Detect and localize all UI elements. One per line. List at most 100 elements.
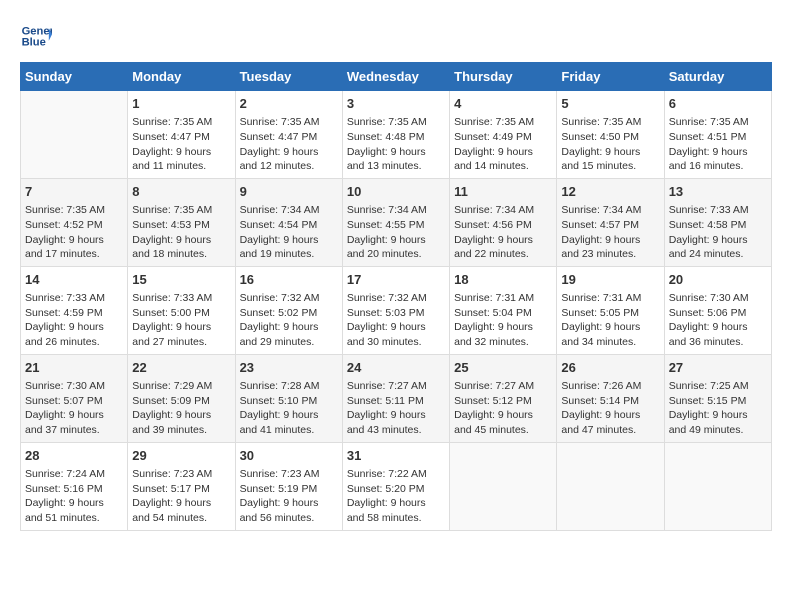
day-info: Sunrise: 7:35 AM Sunset: 4:53 PM Dayligh…	[132, 203, 230, 262]
day-cell: 5Sunrise: 7:35 AM Sunset: 4:50 PM Daylig…	[557, 91, 664, 179]
day-cell: 13Sunrise: 7:33 AM Sunset: 4:58 PM Dayli…	[664, 178, 771, 266]
week-row-3: 14 Sunrise: 7:33 AM Sunset: 4:59 PM Dayli…	[21, 266, 772, 354]
day-cell: 12 Sunrise: 7:34 AM Sunset: 4:57 PM Dayli…	[557, 178, 664, 266]
day-cell: 31 Sunrise: 7:22 AM Sunset: 5:20 PM Dayli…	[342, 442, 449, 530]
day-info: Sunrise: 7:33 AM Sunset: 4:58 PM Dayligh…	[669, 203, 767, 262]
day-cell: 30 Sunrise: 7:23 AM Sunset: 5:19 PM Dayli…	[235, 442, 342, 530]
col-header-friday: Friday	[557, 63, 664, 91]
day-info: Sunrise: 7:35 AM Sunset: 4:50 PM Dayligh…	[561, 115, 659, 174]
day-cell: 8 Sunrise: 7:35 AM Sunset: 4:53 PM Daylig…	[128, 178, 235, 266]
day-info: Sunrise: 7:33 AM Sunset: 4:59 PM Dayligh…	[25, 291, 123, 350]
day-number: 11	[454, 183, 552, 201]
day-number: 10	[347, 183, 445, 201]
day-cell: 14 Sunrise: 7:33 AM Sunset: 4:59 PM Dayli…	[21, 266, 128, 354]
week-row-5: 28Sunrise: 7:24 AM Sunset: 5:16 PM Dayli…	[21, 442, 772, 530]
day-number: 14	[25, 271, 123, 289]
day-number: 12	[561, 183, 659, 201]
day-cell: 24Sunrise: 7:27 AM Sunset: 5:11 PM Dayli…	[342, 354, 449, 442]
day-cell: 27Sunrise: 7:25 AM Sunset: 5:15 PM Dayli…	[664, 354, 771, 442]
day-cell	[450, 442, 557, 530]
col-header-monday: Monday	[128, 63, 235, 91]
col-header-wednesday: Wednesday	[342, 63, 449, 91]
day-number: 31	[347, 447, 445, 465]
day-cell	[21, 91, 128, 179]
day-number: 19	[561, 271, 659, 289]
day-cell	[557, 442, 664, 530]
svg-text:General: General	[22, 25, 52, 37]
day-info: Sunrise: 7:31 AM Sunset: 5:04 PM Dayligh…	[454, 291, 552, 350]
day-number: 22	[132, 359, 230, 377]
day-info: Sunrise: 7:31 AM Sunset: 5:05 PM Dayligh…	[561, 291, 659, 350]
day-cell: 9 Sunrise: 7:34 AM Sunset: 4:54 PM Daylig…	[235, 178, 342, 266]
day-number: 28	[25, 447, 123, 465]
svg-text:Blue: Blue	[22, 37, 46, 49]
day-cell: 21Sunrise: 7:30 AM Sunset: 5:07 PM Dayli…	[21, 354, 128, 442]
day-cell: 20 Sunrise: 7:30 AM Sunset: 5:06 PM Dayli…	[664, 266, 771, 354]
day-cell: 3Sunrise: 7:35 AM Sunset: 4:48 PM Daylig…	[342, 91, 449, 179]
header-row: SundayMondayTuesdayWednesdayThursdayFrid…	[21, 63, 772, 91]
day-info: Sunrise: 7:27 AM Sunset: 5:11 PM Dayligh…	[347, 379, 445, 438]
day-number: 15	[132, 271, 230, 289]
day-number: 20	[669, 271, 767, 289]
day-number: 30	[240, 447, 338, 465]
day-number: 6	[669, 95, 767, 113]
day-info: Sunrise: 7:22 AM Sunset: 5:20 PM Dayligh…	[347, 467, 445, 526]
day-cell	[664, 442, 771, 530]
day-info: Sunrise: 7:33 AM Sunset: 5:00 PM Dayligh…	[132, 291, 230, 350]
day-number: 21	[25, 359, 123, 377]
day-info: Sunrise: 7:23 AM Sunset: 5:17 PM Dayligh…	[132, 467, 230, 526]
day-info: Sunrise: 7:30 AM Sunset: 5:06 PM Dayligh…	[669, 291, 767, 350]
day-number: 17	[347, 271, 445, 289]
day-info: Sunrise: 7:35 AM Sunset: 4:52 PM Dayligh…	[25, 203, 123, 262]
day-info: Sunrise: 7:26 AM Sunset: 5:14 PM Dayligh…	[561, 379, 659, 438]
day-info: Sunrise: 7:29 AM Sunset: 5:09 PM Dayligh…	[132, 379, 230, 438]
day-number: 26	[561, 359, 659, 377]
day-cell: 4 Sunrise: 7:35 AM Sunset: 4:49 PM Daylig…	[450, 91, 557, 179]
day-number: 4	[454, 95, 552, 113]
calendar-table: SundayMondayTuesdayWednesdayThursdayFrid…	[20, 62, 772, 531]
day-number: 1	[132, 95, 230, 113]
logo: General Blue	[20, 20, 52, 52]
day-number: 18	[454, 271, 552, 289]
day-cell: 2 Sunrise: 7:35 AM Sunset: 4:47 PM Daylig…	[235, 91, 342, 179]
day-number: 9	[240, 183, 338, 201]
logo-icon: General Blue	[20, 20, 52, 52]
week-row-4: 21Sunrise: 7:30 AM Sunset: 5:07 PM Dayli…	[21, 354, 772, 442]
day-info: Sunrise: 7:35 AM Sunset: 4:47 PM Dayligh…	[240, 115, 338, 174]
day-cell: 7Sunrise: 7:35 AM Sunset: 4:52 PM Daylig…	[21, 178, 128, 266]
page-header: General Blue	[20, 20, 772, 52]
col-header-saturday: Saturday	[664, 63, 771, 91]
day-number: 2	[240, 95, 338, 113]
day-info: Sunrise: 7:27 AM Sunset: 5:12 PM Dayligh…	[454, 379, 552, 438]
day-info: Sunrise: 7:35 AM Sunset: 4:47 PM Dayligh…	[132, 115, 230, 174]
day-info: Sunrise: 7:35 AM Sunset: 4:51 PM Dayligh…	[669, 115, 767, 174]
day-cell: 15 Sunrise: 7:33 AM Sunset: 5:00 PM Dayli…	[128, 266, 235, 354]
day-cell: 18 Sunrise: 7:31 AM Sunset: 5:04 PM Dayli…	[450, 266, 557, 354]
day-cell: 25 Sunrise: 7:27 AM Sunset: 5:12 PM Dayli…	[450, 354, 557, 442]
col-header-thursday: Thursday	[450, 63, 557, 91]
day-info: Sunrise: 7:34 AM Sunset: 4:55 PM Dayligh…	[347, 203, 445, 262]
day-cell: 28Sunrise: 7:24 AM Sunset: 5:16 PM Dayli…	[21, 442, 128, 530]
day-cell: 1 Sunrise: 7:35 AM Sunset: 4:47 PM Daylig…	[128, 91, 235, 179]
day-info: Sunrise: 7:34 AM Sunset: 4:54 PM Dayligh…	[240, 203, 338, 262]
day-cell: 10 Sunrise: 7:34 AM Sunset: 4:55 PM Dayli…	[342, 178, 449, 266]
day-number: 27	[669, 359, 767, 377]
day-number: 8	[132, 183, 230, 201]
day-info: Sunrise: 7:23 AM Sunset: 5:19 PM Dayligh…	[240, 467, 338, 526]
day-info: Sunrise: 7:35 AM Sunset: 4:49 PM Dayligh…	[454, 115, 552, 174]
day-number: 29	[132, 447, 230, 465]
day-info: Sunrise: 7:28 AM Sunset: 5:10 PM Dayligh…	[240, 379, 338, 438]
day-cell: 16Sunrise: 7:32 AM Sunset: 5:02 PM Dayli…	[235, 266, 342, 354]
col-header-tuesday: Tuesday	[235, 63, 342, 91]
week-row-2: 7Sunrise: 7:35 AM Sunset: 4:52 PM Daylig…	[21, 178, 772, 266]
week-row-1: 1 Sunrise: 7:35 AM Sunset: 4:47 PM Daylig…	[21, 91, 772, 179]
day-info: Sunrise: 7:32 AM Sunset: 5:02 PM Dayligh…	[240, 291, 338, 350]
day-info: Sunrise: 7:34 AM Sunset: 4:56 PM Dayligh…	[454, 203, 552, 262]
day-info: Sunrise: 7:34 AM Sunset: 4:57 PM Dayligh…	[561, 203, 659, 262]
col-header-sunday: Sunday	[21, 63, 128, 91]
day-cell: 19 Sunrise: 7:31 AM Sunset: 5:05 PM Dayli…	[557, 266, 664, 354]
day-cell: 23 Sunrise: 7:28 AM Sunset: 5:10 PM Dayli…	[235, 354, 342, 442]
day-number: 25	[454, 359, 552, 377]
day-cell: 26 Sunrise: 7:26 AM Sunset: 5:14 PM Dayli…	[557, 354, 664, 442]
day-number: 23	[240, 359, 338, 377]
